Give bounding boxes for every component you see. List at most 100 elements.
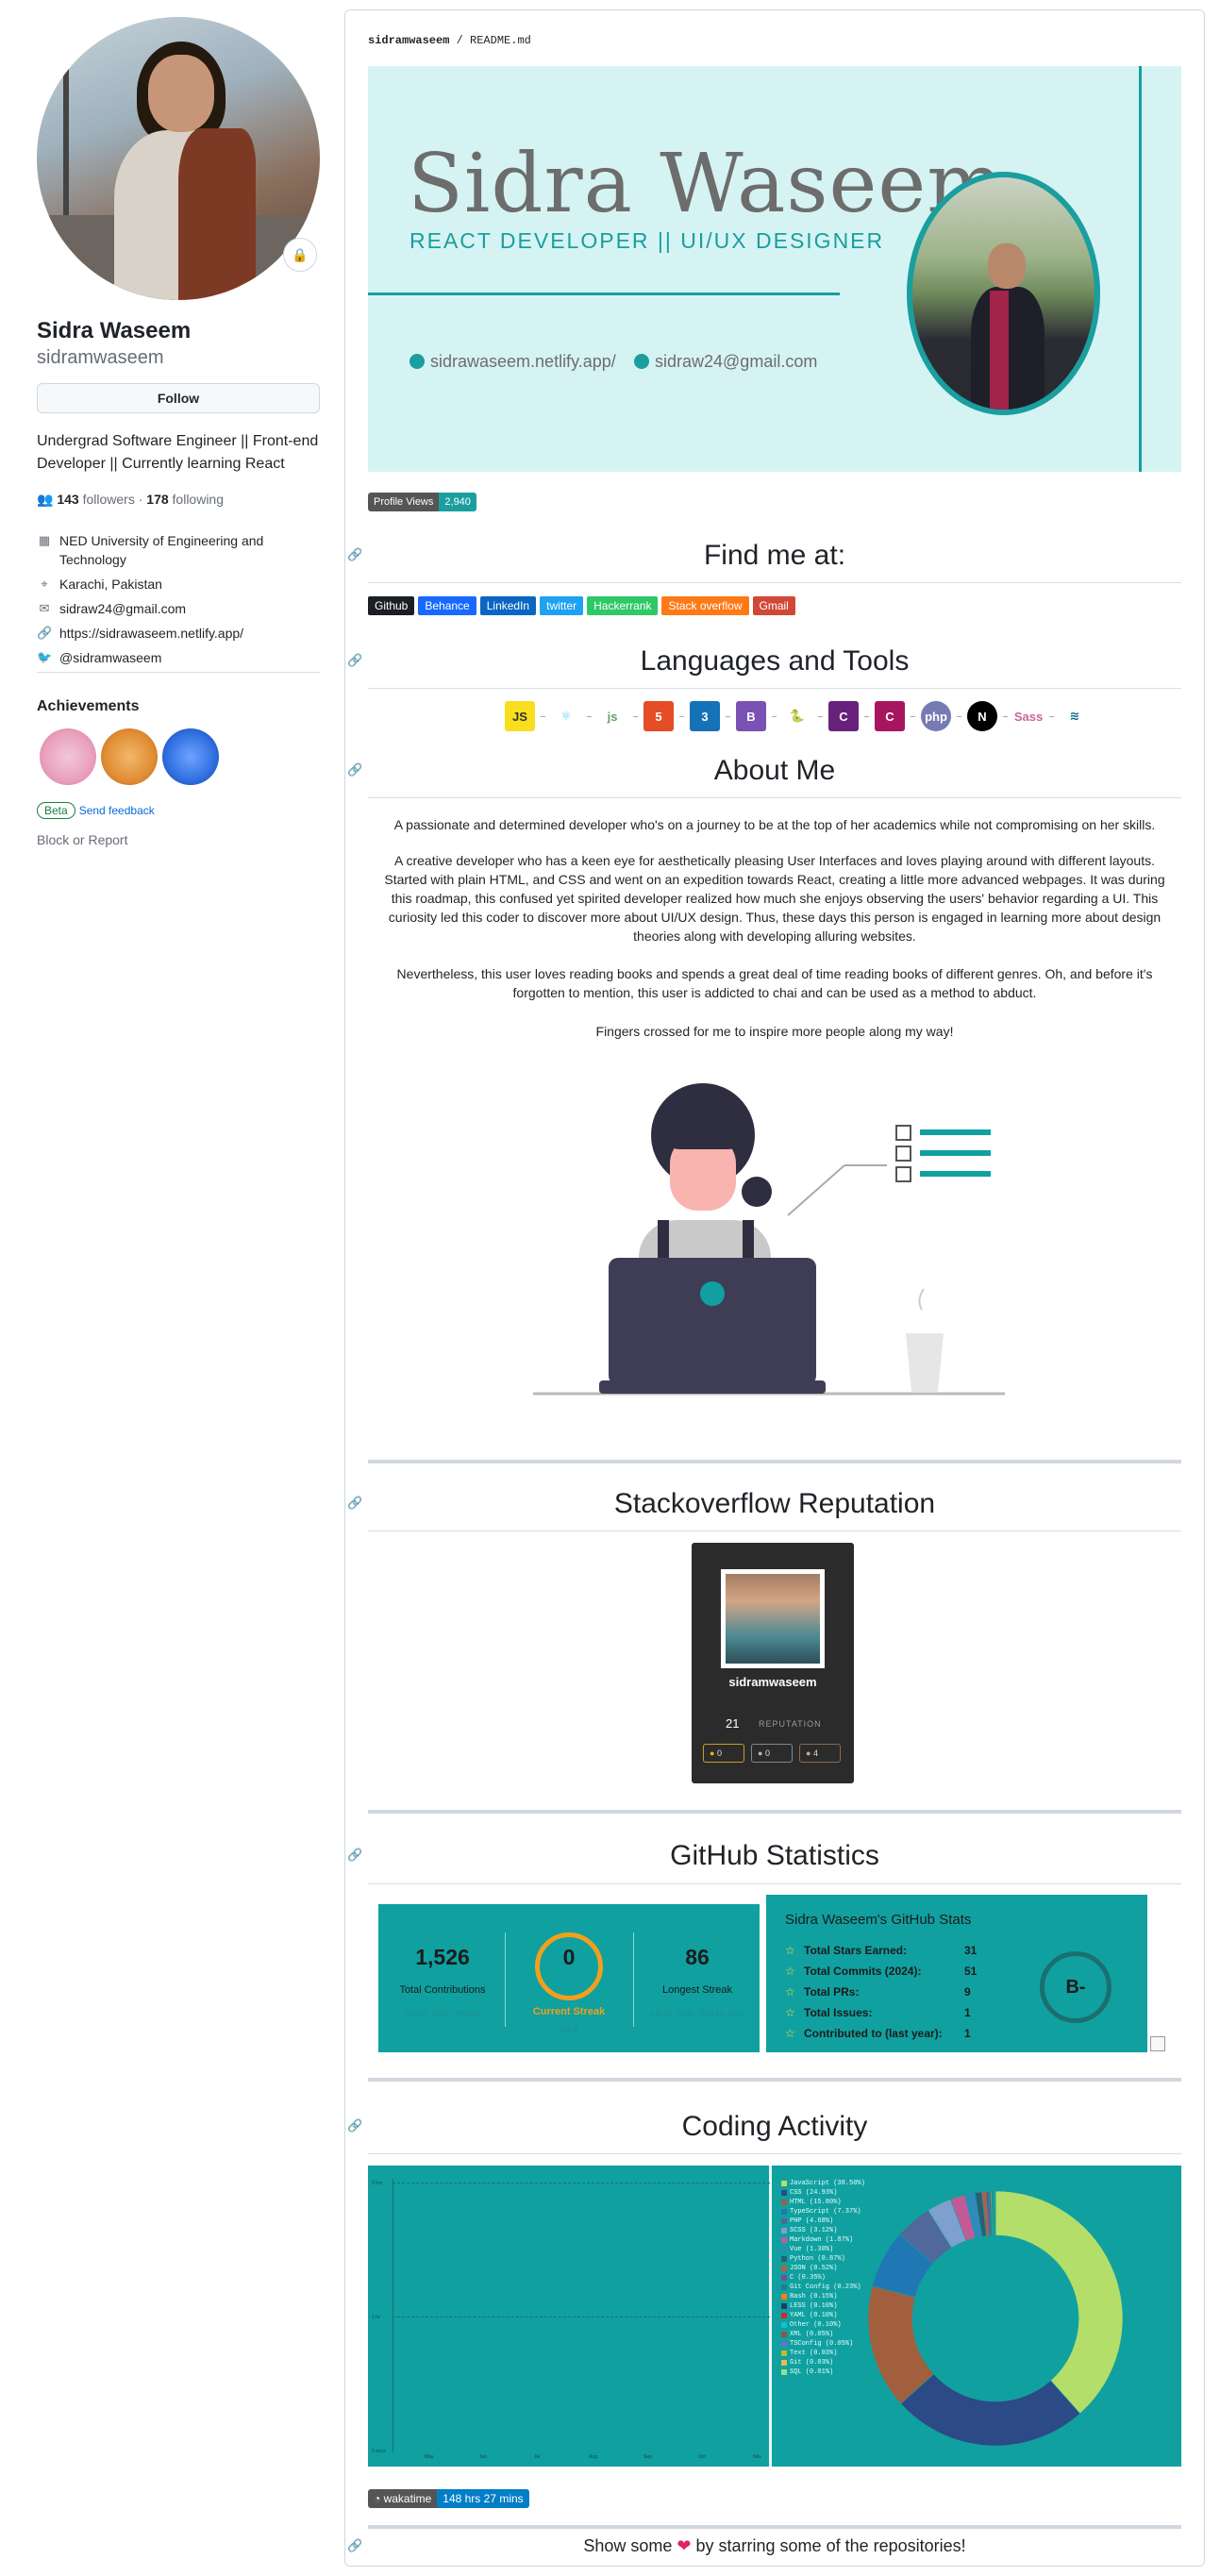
tailwind-icon[interactable]: ≋	[1060, 701, 1090, 731]
bootstrap-icon[interactable]: B	[736, 701, 766, 731]
heading-rule	[368, 797, 1181, 798]
breadcrumb-file[interactable]: README.md	[470, 34, 531, 47]
achievement-badge-arctic[interactable]	[162, 728, 219, 785]
css3-icon[interactable]: 3	[690, 701, 720, 731]
follow-stats: 👥 143 followers · 178 following	[37, 492, 225, 507]
longest-streak-value: 86	[685, 1945, 710, 1969]
send-feedback-link[interactable]: Send feedback	[79, 804, 155, 817]
legend-item: TypeScript (7.37%)	[781, 2207, 865, 2216]
stackoverflow-name: sidramwaseem	[728, 1675, 817, 1689]
stackoverflow-card[interactable]: sidramwaseem 21 REPUTATION ● 0 ● 0 ● 4	[692, 1543, 854, 1783]
stats-value: 51	[964, 1965, 978, 1978]
html5-icon[interactable]: 5	[643, 701, 674, 731]
people-icon: 👥	[37, 492, 54, 507]
wakatime-donut	[867, 2190, 1124, 2447]
stackoverflow-heading: Stackoverflow Reputation	[613, 1488, 936, 1519]
website-link[interactable]: https://sidrawaseem.netlify.app/	[59, 624, 243, 643]
status-emoji-icon[interactable]: 🔒	[283, 238, 317, 272]
achievement-badge-pull-shark[interactable]	[40, 728, 96, 785]
social-badge-linkedin[interactable]: LinkedIn	[479, 596, 537, 615]
banner-subtitle: REACT DEVELOPER || UI/UX DESIGNER	[409, 228, 885, 253]
banner-photo	[907, 172, 1100, 415]
anchor-link-icon[interactable]: 🔗	[347, 547, 362, 562]
social-badge-stack-overflow[interactable]: Stack overflow	[661, 596, 749, 615]
legend-item: JSON (0.52%)	[781, 2264, 865, 2273]
github-stats-card[interactable]: Sidra Waseem's GitHub Stats B- ☆ Total St…	[766, 1895, 1147, 2052]
profile-details: ▦ NED University of Engineering and Techn…	[37, 531, 320, 673]
wakatime-legend: JavaScript (38.50%) CSS (24.93%) HTML (15.…	[781, 2179, 865, 2377]
twitter-link[interactable]: @sidramwaseem	[59, 648, 161, 667]
social-badges: Github Behance LinkedIn twitter Hackerrank St…	[368, 596, 795, 615]
email-link[interactable]: sidraw24@gmail.com	[59, 599, 186, 618]
social-badge-hackerrank[interactable]: Hackerrank	[587, 596, 659, 615]
legend-item: PHP (4.68%)	[781, 2216, 865, 2226]
x-tick-label: Jun	[479, 2454, 488, 2460]
csharp-icon[interactable]: C	[828, 701, 859, 731]
profile-avatar[interactable]	[37, 17, 320, 300]
stats-value: 1	[964, 2006, 971, 2019]
profile-login: sidramwaseem	[37, 347, 164, 368]
bronze-badge-count: ● 4	[799, 1744, 841, 1763]
javascript-icon[interactable]: JS	[505, 701, 535, 731]
anchor-link-icon[interactable]: 🔗	[347, 2538, 362, 2553]
mail-icon: ✉	[39, 601, 50, 615]
wakatime-badge-value: 148 hrs 27 mins	[437, 2489, 529, 2508]
following-link[interactable]: 178 following	[146, 492, 224, 507]
legend-item: Git (0.03%)	[781, 2358, 865, 2367]
block-report-link[interactable]: Block or Report	[37, 832, 127, 847]
stats-row: ☆ Total PRs: 9	[785, 1985, 971, 1999]
donut-slice-css	[900, 2373, 1081, 2447]
wakatime-badge[interactable]: ◔ wakatime 148 hrs 27 mins	[368, 2489, 529, 2508]
nodejs-icon[interactable]: js	[597, 701, 627, 731]
nextjs-icon[interactable]: N	[967, 701, 997, 731]
breadcrumb-user[interactable]: sidramwaseem	[368, 34, 449, 47]
follow-button[interactable]: Follow	[37, 383, 320, 413]
legend-item: CSS (24.93%)	[781, 2188, 865, 2198]
legend-item: Other (0.10%)	[781, 2320, 865, 2330]
anchor-link-icon[interactable]: 🔗	[347, 762, 362, 778]
react-icon[interactable]: ⚛	[551, 701, 581, 731]
anchor-link-icon[interactable]: 🔗	[347, 1496, 362, 1511]
about-paragraph: A passionate and determined developer wh…	[393, 817, 1156, 832]
social-badge-gmail[interactable]: Gmail	[752, 596, 795, 615]
stats-value: 1	[964, 2027, 971, 2040]
streak-card[interactable]: 1,526 Total Contributions Sep 25, 2020 -…	[378, 1904, 760, 2052]
reputation-value: 21	[726, 1716, 740, 1731]
anchor-link-icon[interactable]: 🔗	[347, 2118, 362, 2133]
x-tick-label: Sep	[643, 2454, 652, 2460]
reputation-label: REPUTATION	[759, 1719, 822, 1729]
total-contributions-range: Sep 25, 2020 - Present	[403, 2010, 482, 2018]
x-tick-label: May	[425, 2454, 434, 2460]
current-streak-date: Jan 4	[560, 2025, 578, 2033]
social-badge-behance[interactable]: Behance	[418, 596, 476, 615]
banner-site: sidrawaseem.netlify.app/	[409, 352, 616, 372]
followers-link[interactable]: 143 followers	[57, 492, 135, 507]
anchor-link-icon[interactable]: 🔗	[347, 653, 362, 668]
cplusplus-icon[interactable]: C	[875, 701, 905, 731]
social-badge-twitter[interactable]: twitter	[540, 596, 584, 615]
history-icon: ☆	[785, 1965, 795, 1978]
legend-item: JavaScript (38.50%)	[781, 2179, 865, 2188]
readme-banner: Sidra Waseem REACT DEVELOPER || UI/UX DE…	[368, 66, 1181, 472]
legend-item: SQL (0.01%)	[781, 2367, 865, 2377]
legend-item: YAML (0.10%)	[781, 2311, 865, 2320]
social-badge-github[interactable]: Github	[368, 596, 415, 615]
tools-icons: JS ⚛ js 5 3 B 🐍 C Cphp N Sass ≋	[505, 701, 1090, 731]
issue-icon: ☆	[785, 2006, 795, 2019]
python-icon[interactable]: 🐍	[782, 701, 812, 731]
anchor-link-icon[interactable]: 🔗	[347, 1848, 362, 1863]
repo-icon: ☆	[785, 2027, 795, 2040]
stats-card-title: Sidra Waseem's GitHub Stats	[785, 1912, 972, 1928]
php-icon[interactable]: php	[921, 701, 951, 731]
achievement-badge-yolo[interactable]	[101, 728, 158, 785]
gold-badge-count: ● 0	[703, 1744, 744, 1763]
banner-title: Sidra Waseem	[408, 137, 1005, 231]
sass-icon[interactable]: Sass	[1013, 701, 1044, 731]
total-contributions-value: 1,526	[415, 1945, 470, 1969]
achievements-beta: Beta Send feedback	[37, 802, 155, 819]
profile-page: 🔒 Sidra Waseem sidramwaseem Follow Under…	[0, 0, 1220, 2576]
legend-item: Vue (1.30%)	[781, 2245, 865, 2254]
donut-slice-javascript	[994, 2190, 1124, 2415]
breadcrumb: sidramwaseem / README.md	[368, 34, 531, 47]
achievements-heading: Achievements	[37, 698, 140, 714]
